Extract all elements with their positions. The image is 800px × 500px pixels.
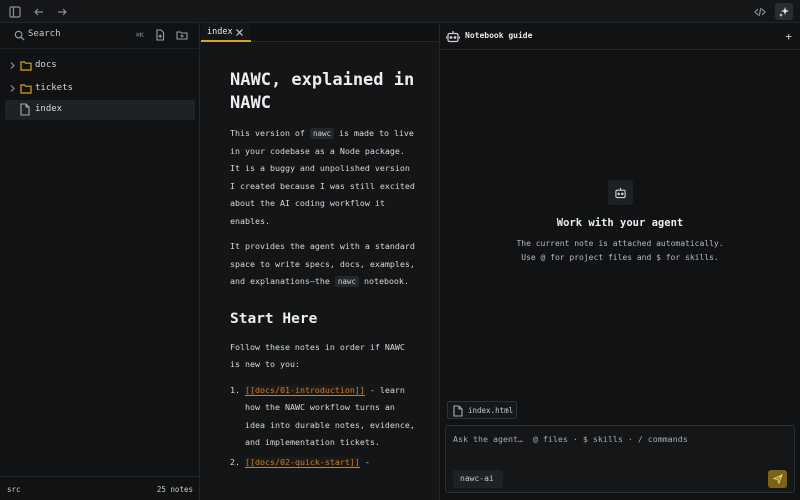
top-bar [0,0,800,23]
send-icon [772,474,783,484]
sidebar-item-label: docs [35,60,57,70]
wiki-link[interactable]: [[docs/01-introduction]] [245,384,365,396]
tab-label: index [207,27,233,37]
sidebar-item-docs[interactable]: docs [5,56,195,76]
note-editor: index NAWC, explained in NAWC This versi… [200,23,440,500]
chat-input[interactable] [453,434,783,444]
new-folder-icon[interactable] [176,29,188,41]
root-folder-label: src [7,485,21,494]
wiki-link[interactable]: [[docs/02-quick-start]] [245,456,360,468]
sidebar-footer: src 25 notes [0,476,200,500]
sidebar-item-label: tickets [35,83,73,93]
sidebar-item-label: index [35,104,63,114]
sparkle-icon[interactable] [775,3,793,20]
attachment-chip[interactable]: index.html [447,401,517,419]
sidebar-item-index[interactable]: index [5,100,195,120]
app-window: Search ⌘K docs tickets index src 25 note… [0,0,800,500]
tab-index[interactable]: index [201,23,251,42]
search-icon [14,30,25,41]
agent-panel: Notebook guide + Work with your agent Th… [440,23,800,500]
empty-state-title: Work with your agent [556,217,684,229]
empty-state-line: The current note is attached automatical… [516,239,724,248]
attachment-label: index.html [468,406,514,415]
agent-title: Notebook guide [465,31,533,40]
file-icon [453,405,463,417]
paragraph: It provides the agent with a standard sp… [230,241,415,287]
sidebar-toggle-icon[interactable] [6,3,24,20]
model-label: nawc-ai [460,474,494,483]
section-heading: Start Here [230,310,318,327]
list-item: 1. [[docs/01-introduction]] - learn how t… [230,384,415,447]
empty-state-line: Use @ for project files and $ for skills… [521,253,719,262]
close-icon[interactable] [235,28,244,37]
ordered-list: 1. [[docs/01-introduction]] - learn how t… [230,382,415,472]
model-selector[interactable]: nawc-ai [453,470,503,488]
page-title: NAWC, explained in NAWC [230,70,415,113]
note-content: NAWC, explained in NAWC This version of … [230,69,415,473]
tab-bar: index [200,23,439,42]
arrow-left-icon[interactable] [30,3,48,20]
paragraph: This version of nawc is made to live in … [230,128,415,226]
sidebar-item-tickets[interactable]: tickets [5,79,195,99]
notes-count: 25 notes [156,485,193,494]
list-item: 2. [[docs/02-quick-start]] - [230,456,370,468]
search-label: Search [28,29,61,39]
file-sidebar: Search ⌘K docs tickets index src 25 note… [0,23,200,500]
arrow-right-icon[interactable] [53,3,71,20]
inline-code: nawc [309,128,334,139]
chevron-right-icon[interactable] [8,84,17,93]
chat-composer: nawc-ai [445,425,795,493]
new-chat-button[interactable]: + [785,30,792,43]
robot-icon [446,31,460,43]
folder-icon [20,61,32,71]
send-button[interactable] [768,470,787,488]
paragraph: Follow these notes in order if NAWC is n… [230,341,405,370]
agent-header: Notebook guide + [440,23,800,50]
chevron-right-icon[interactable] [8,61,17,70]
search-button[interactable]: Search ⌘K [0,23,200,49]
file-icon [20,103,30,116]
inline-code: nawc [334,276,359,287]
new-file-icon[interactable] [154,29,166,41]
search-shortcut: ⌘K [136,31,144,39]
robot-icon [608,180,633,205]
code-icon[interactable] [751,3,769,20]
folder-icon [20,84,32,94]
